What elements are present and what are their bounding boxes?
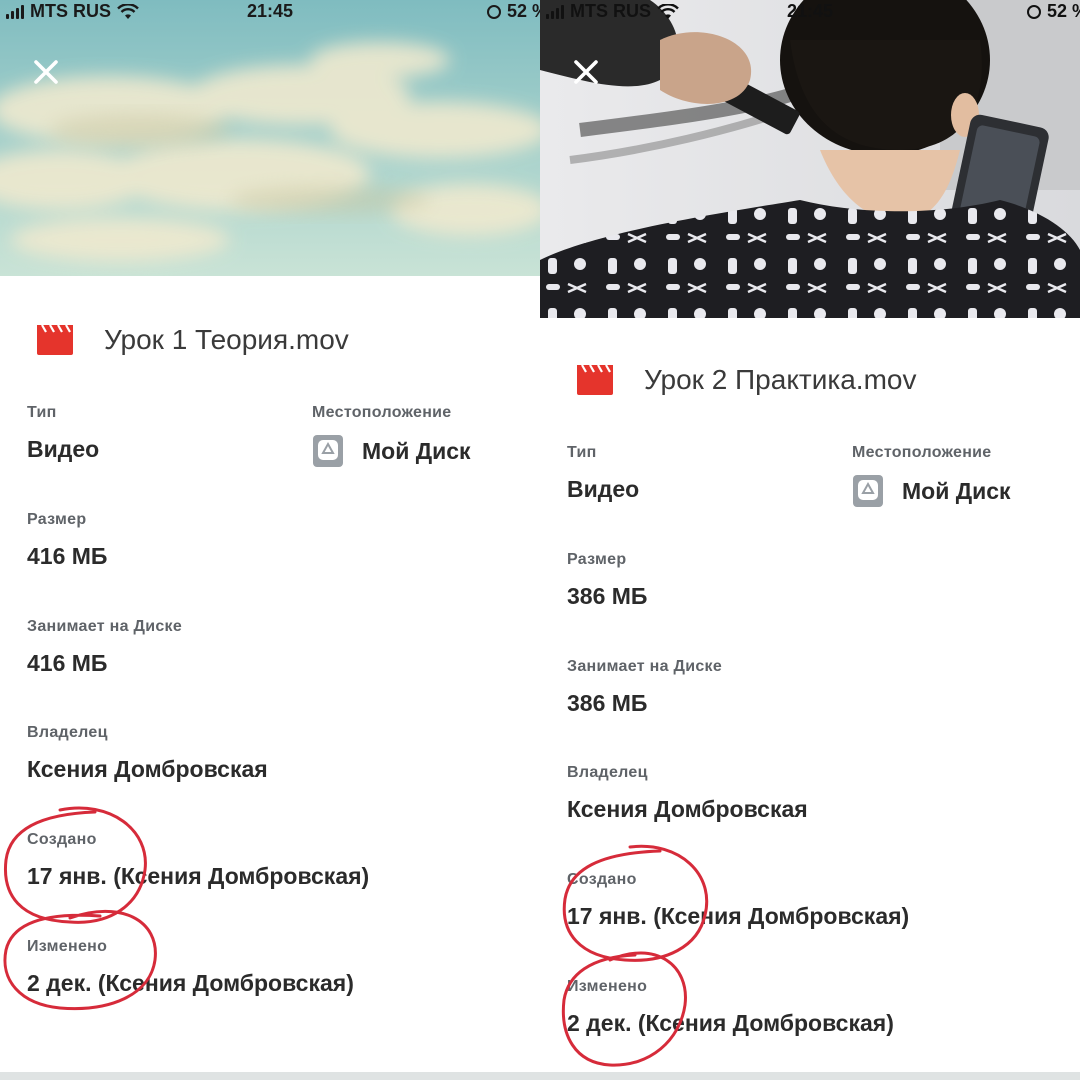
close-icon [34, 60, 58, 84]
modified-field: Изменено 2 дек. (Ксения Домбровская) [567, 978, 894, 1037]
screenshot-collage: MTS RUS 21:45 52 % [0, 0, 1080, 1080]
owner-label: Владелец [567, 764, 648, 781]
clock: 21:45 [786, 1, 834, 21]
file-header: Урок 2 Практика.mov [576, 364, 916, 396]
file-details-panel-2: MTS RUS 21:45 52 % [540, 0, 1080, 1080]
disk-usage-label: Занимает на Диске [567, 658, 723, 675]
size-value: 416 МБ [27, 543, 108, 569]
modified-field: Изменено 2 дек. (Ксения Домбровская) [27, 938, 354, 997]
size-field: Размер 386 МБ [567, 551, 647, 610]
battery-percent: 52 % [1046, 1, 1080, 21]
video-preview-sky [0, 0, 540, 276]
clock: 21:45 [246, 1, 294, 21]
disk-usage-field: Занимает на Диске 416 МБ [27, 618, 182, 677]
disk-usage-value: 386 МБ [567, 690, 648, 716]
location-label: Местоположение [312, 404, 452, 421]
created-field: Создано 17 янв. (Ксения Домбровская) [27, 831, 369, 890]
type-value: Видео [27, 436, 100, 462]
modified-label: Изменено [567, 978, 648, 995]
owner-value: Ксения Домбровская [27, 756, 268, 782]
file-name: Урок 2 Практика.mov [644, 364, 917, 395]
location-field: Местоположение Мой Диск [852, 444, 1011, 508]
video-file-icon [37, 324, 73, 355]
bottom-divider [0, 1072, 1080, 1080]
type-field: Тип Видео [567, 444, 639, 503]
battery-percent: 52 % [506, 1, 540, 21]
size-label: Размер [567, 551, 627, 568]
disk-usage-label: Занимает на Диске [27, 618, 183, 635]
owner-field: Владелец Ксения Домбровская [27, 724, 268, 783]
drive-icon [313, 435, 343, 467]
close-button[interactable] [570, 56, 602, 88]
type-field: Тип Видео [27, 404, 99, 463]
drive-icon [853, 475, 883, 507]
video-preview-haircut [540, 0, 1080, 318]
owner-field: Владелец Ксения Домбровская [567, 764, 808, 823]
file-name: Урок 1 Теория.mov [104, 324, 349, 355]
status-bar: MTS RUS 21:45 52 % [540, 0, 1080, 26]
created-value: 17 янв. (Ксения Домбровская) [27, 863, 370, 889]
created-field: Создано 17 янв. (Ксения Домбровская) [567, 871, 909, 930]
close-button[interactable] [30, 56, 62, 88]
size-field: Размер 416 МБ [27, 511, 107, 570]
created-value: 17 янв. (Ксения Домбровская) [567, 903, 910, 929]
modified-label: Изменено [27, 938, 108, 955]
owner-label: Владелец [27, 724, 108, 741]
location-link[interactable]: Мой Диск [852, 474, 1011, 508]
owner-value: Ксения Домбровская [567, 796, 808, 822]
location-value: Мой Диск [362, 437, 471, 464]
location-link[interactable]: Мой Диск [312, 434, 471, 468]
size-value: 386 МБ [567, 583, 648, 609]
location-value: Мой Диск [902, 477, 1011, 504]
type-label: Тип [27, 404, 57, 421]
file-details-panel-1: MTS RUS 21:45 52 % [0, 0, 540, 1080]
type-label: Тип [567, 444, 597, 461]
status-bar: MTS RUS 21:45 52 % [0, 0, 540, 26]
location-field: Местоположение Мой Диск [312, 404, 471, 468]
location-label: Местоположение [852, 444, 992, 461]
close-icon [574, 60, 598, 84]
orientation-lock-icon [1026, 4, 1041, 19]
video-file-icon [577, 364, 613, 395]
created-label: Создано [567, 871, 637, 888]
orientation-lock-icon [486, 4, 501, 19]
disk-usage-value: 416 МБ [27, 650, 108, 676]
modified-value: 2 дек. (Ксения Домбровская) [27, 970, 354, 996]
file-header: Урок 1 Теория.mov [36, 324, 349, 356]
size-label: Размер [27, 511, 87, 528]
created-label: Создано [27, 831, 97, 848]
disk-usage-field: Занимает на Диске 386 МБ [567, 658, 722, 717]
modified-value: 2 дек. (Ксения Домбровская) [567, 1010, 894, 1036]
type-value: Видео [567, 476, 640, 502]
